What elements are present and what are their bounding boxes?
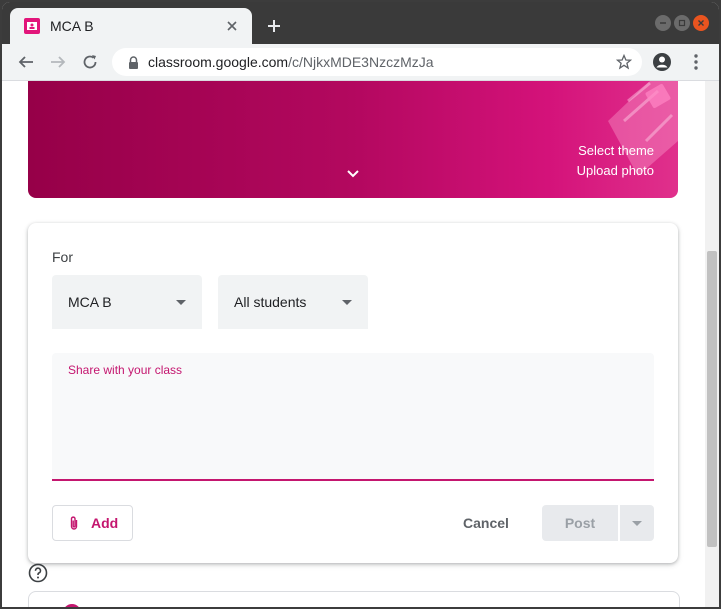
page-scrollbar[interactable]	[705, 81, 719, 607]
profile-avatar-icon[interactable]	[650, 50, 674, 74]
window-controls	[655, 15, 709, 31]
browser-tab[interactable]: MCA B	[10, 8, 252, 44]
dropdown-arrow-icon	[176, 299, 186, 305]
dropdown-arrow-icon	[632, 520, 642, 526]
back-arrow-icon[interactable]	[14, 50, 38, 74]
url-text: classroom.google.com/c/NjkxMDE3NzczMzJa	[148, 54, 614, 70]
chevron-down-icon[interactable]	[344, 165, 362, 183]
dropdown-arrow-icon	[342, 299, 352, 305]
reload-icon[interactable]	[78, 50, 102, 74]
announcement-composer: For MCA B All students Share with your c…	[28, 223, 678, 563]
maximize-icon[interactable]	[674, 15, 690, 31]
cancel-button[interactable]: Cancel	[448, 505, 524, 541]
tab-close-icon[interactable]	[222, 16, 242, 36]
stream-post-card	[28, 591, 680, 607]
page-content: Select theme Upload photo For MCA B All …	[2, 81, 719, 607]
for-label: For	[52, 249, 73, 265]
url-host: classroom.google.com	[148, 54, 289, 70]
add-attachment-button[interactable]: Add	[52, 505, 133, 541]
add-button-label: Add	[91, 515, 119, 531]
upload-photo-link[interactable]: Upload photo	[577, 163, 654, 178]
paperclip-icon	[67, 514, 81, 532]
scrollbar-thumb[interactable]	[707, 251, 717, 547]
forward-arrow-icon[interactable]	[46, 50, 70, 74]
new-tab-icon[interactable]	[264, 16, 284, 36]
window-close-icon[interactable]	[693, 15, 709, 31]
tab-title: MCA B	[50, 18, 94, 34]
address-bar[interactable]: classroom.google.com/c/NjkxMDE3NzczMzJa	[112, 48, 642, 76]
url-path: /c/NjkxMDE3NzczMzJa	[288, 54, 434, 70]
select-theme-link[interactable]: Select theme	[578, 143, 654, 158]
students-select-value: All students	[234, 294, 307, 310]
students-select[interactable]: All students	[218, 275, 368, 329]
avatar	[63, 604, 81, 607]
lock-icon	[126, 55, 140, 69]
share-placeholder-label: Share with your class	[68, 363, 183, 377]
class-banner: Select theme Upload photo	[28, 81, 678, 198]
post-button[interactable]: Post	[542, 505, 618, 541]
tab-strip: MCA B	[2, 2, 719, 44]
class-select[interactable]: MCA B	[52, 275, 202, 329]
post-options-button[interactable]	[620, 505, 654, 541]
share-textarea[interactable]: Share with your class	[52, 353, 654, 481]
minimize-icon[interactable]	[655, 15, 671, 31]
browser-menu-icon[interactable]	[684, 50, 708, 74]
classroom-favicon-icon	[24, 18, 40, 34]
browser-window: MCA B classroom.google.com/c/NjkxMDE3Nzc…	[2, 2, 719, 607]
help-icon[interactable]	[28, 563, 48, 583]
browser-toolbar: classroom.google.com/c/NjkxMDE3NzczMzJa	[2, 44, 719, 81]
class-select-value: MCA B	[68, 294, 112, 310]
banner-decoration-icon	[608, 81, 678, 176]
bookmark-star-icon[interactable]	[614, 52, 634, 72]
